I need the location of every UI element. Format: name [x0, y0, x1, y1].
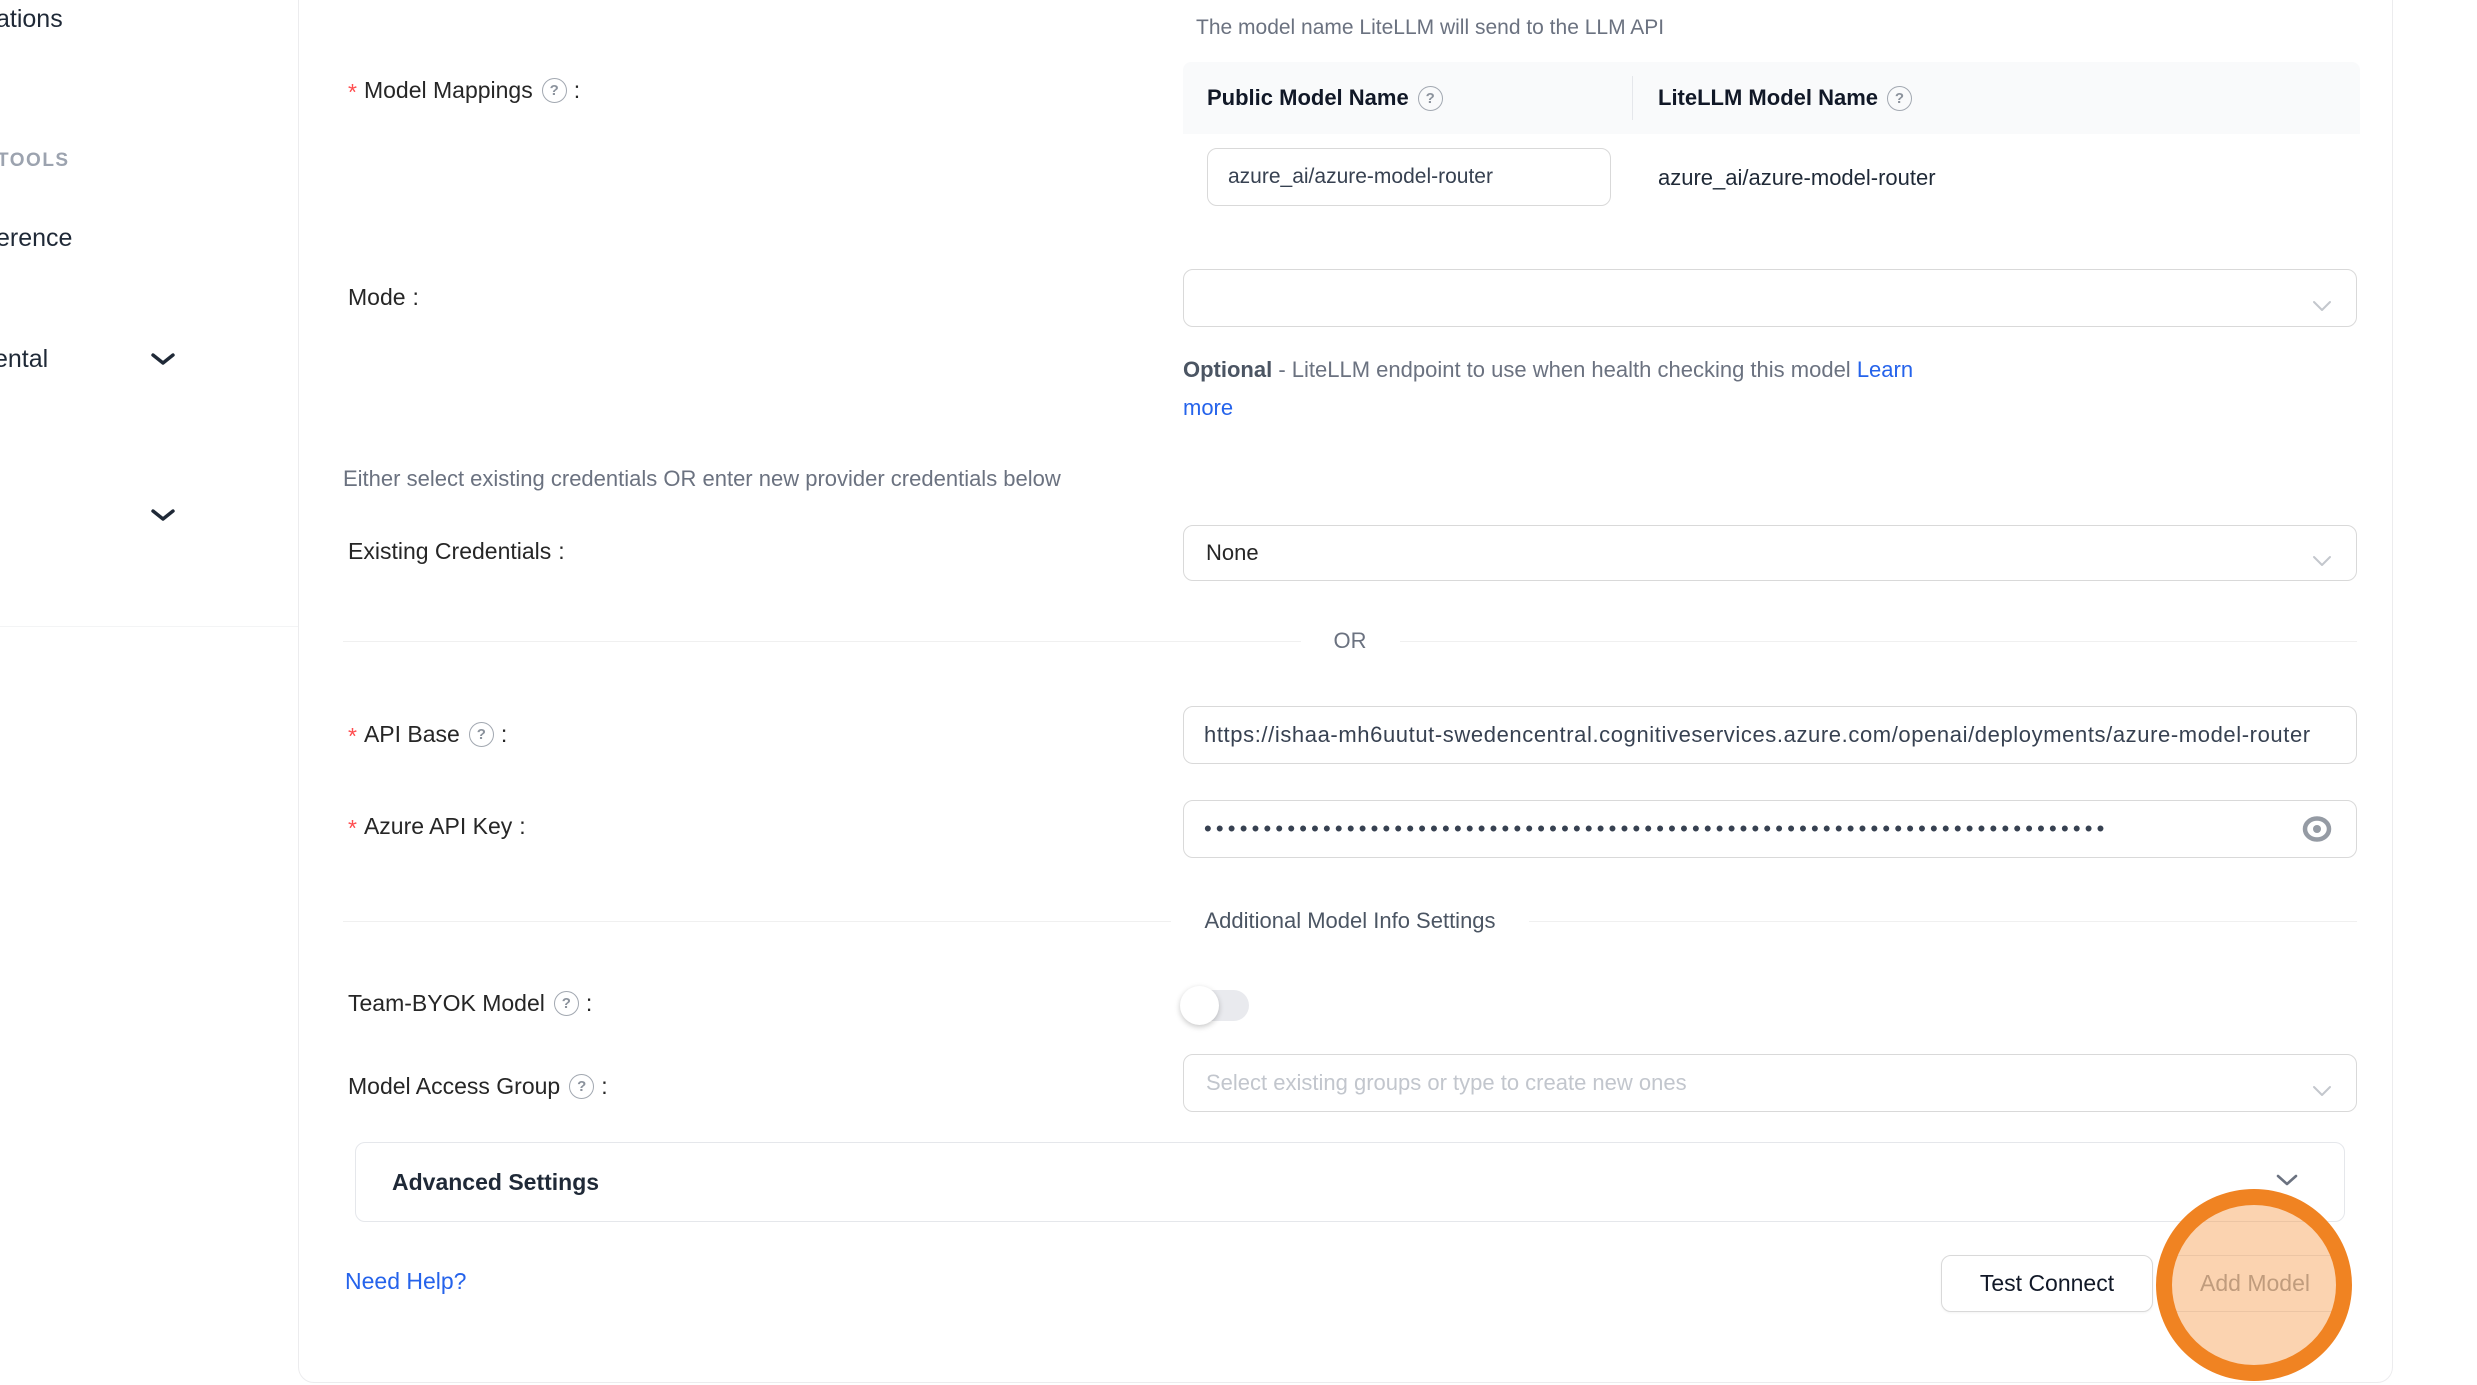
public-model-name-input[interactable]: azure_ai/azure-model-router — [1207, 148, 1611, 206]
public-model-name-header-text: Public Model Name — [1207, 85, 1409, 111]
api-base-label-row: * API Base ? : — [348, 721, 507, 748]
existing-credentials-select[interactable]: None — [1183, 525, 2357, 581]
help-icon[interactable]: ? — [542, 78, 567, 103]
model-access-group-label: Model Access Group — [348, 1073, 560, 1100]
or-divider-text: OR — [1334, 628, 1367, 654]
model-mappings-table-header: Public Model Name ? LiteLLM Model Name ? — [1183, 62, 2360, 134]
help-icon[interactable]: ? — [569, 1074, 594, 1099]
litellm-model-name-header: LiteLLM Model Name ? — [1658, 62, 1912, 134]
credentials-note: Either select existing credentials OR en… — [343, 466, 1061, 492]
chevron-down-icon — [2312, 547, 2332, 559]
advanced-settings-title: Advanced Settings — [392, 1169, 2275, 1196]
advanced-settings-panel[interactable]: Advanced Settings — [355, 1142, 2345, 1222]
team-byok-toggle[interactable] — [1183, 990, 1249, 1021]
required-asterisk: * — [348, 815, 357, 842]
required-asterisk: * — [348, 79, 357, 106]
label-colon: : — [413, 284, 419, 311]
model-access-group-label-row: Model Access Group ? : — [348, 1073, 608, 1100]
model-mappings-label-row: * Model Mappings ? : — [348, 77, 580, 104]
model-name-help-text: The model name LiteLLM will send to the … — [1196, 16, 1664, 40]
eye-icon[interactable] — [2300, 816, 2334, 842]
api-base-input[interactable]: https://ishaa-mh6uutut-swedencentral.cog… — [1183, 706, 2357, 764]
model-mappings-label: Model Mappings — [364, 77, 533, 104]
model-access-group-select[interactable]: Select existing groups or type to create… — [1183, 1054, 2357, 1112]
api-base-value: https://ishaa-mh6uutut-swedencentral.cog… — [1204, 722, 2311, 748]
existing-credentials-label: Existing Credentials — [348, 538, 551, 565]
additional-info-divider: Additional Model Info Settings — [343, 908, 2357, 934]
existing-credentials-label-row: Existing Credentials : — [348, 538, 565, 565]
label-colon: : — [501, 721, 507, 748]
label-colon: : — [558, 538, 564, 565]
existing-credentials-value: None — [1206, 540, 1259, 566]
additional-info-divider-text: Additional Model Info Settings — [1204, 908, 1495, 934]
label-colon: : — [519, 813, 525, 840]
or-divider: OR — [343, 628, 2357, 654]
chevron-down-icon[interactable] — [150, 507, 176, 523]
divider-line — [343, 641, 1301, 642]
learn-more-link-text[interactable]: more — [1183, 395, 1233, 420]
model-access-group-placeholder: Select existing groups or type to create… — [1206, 1070, 1687, 1096]
help-icon[interactable]: ? — [1418, 86, 1443, 111]
chevron-down-icon — [2312, 292, 2332, 304]
toggle-knob — [1180, 986, 1219, 1025]
mode-label: Mode — [348, 284, 406, 311]
mode-help-bold: Optional — [1183, 357, 1272, 382]
azure-api-key-label: Azure API Key — [364, 813, 512, 840]
divider-line — [1400, 641, 2358, 642]
learn-more-link[interactable]: Learn — [1857, 357, 1913, 382]
label-colon: : — [601, 1073, 607, 1100]
divider-line — [343, 921, 1171, 922]
public-model-name-header: Public Model Name ? — [1207, 62, 1443, 134]
sidebar-item-6[interactable]: s — [0, 500, 1, 529]
sidebar-item-reference[interactable]: erence — [0, 224, 72, 253]
chevron-down-icon — [2312, 1077, 2332, 1089]
sidebar-divider — [0, 626, 298, 627]
chevron-down-icon[interactable] — [150, 351, 176, 367]
sidebar-item-experimental[interactable]: ental — [0, 345, 48, 374]
need-help-link[interactable]: Need Help? — [345, 1268, 466, 1295]
litellm-model-name-header-text: LiteLLM Model Name — [1658, 85, 1878, 111]
test-connect-button-label: Test Connect — [1980, 1270, 2114, 1297]
sidebar-item-organizations[interactable]: ations — [0, 5, 63, 34]
mode-help-rest: - LiteLLM endpoint to use when health ch… — [1272, 357, 1857, 382]
help-icon[interactable]: ? — [1887, 86, 1912, 111]
litellm-model-name-value: azure_ai/azure-model-router — [1658, 150, 1936, 206]
sidebar-item-2[interactable]: s — [0, 69, 1, 98]
table-column-divider — [1632, 76, 1633, 120]
chevron-down-icon — [2275, 1173, 2299, 1192]
team-byok-label-row: Team-BYOK Model ? : — [348, 990, 592, 1017]
mode-select[interactable] — [1183, 269, 2357, 327]
mode-label-row: Mode : — [348, 284, 419, 311]
help-icon[interactable]: ? — [554, 991, 579, 1016]
mode-help-text: Optional - LiteLLM endpoint to use when … — [1183, 351, 1913, 389]
divider-line — [1529, 921, 2357, 922]
learn-more-link-line2[interactable]: more — [1183, 389, 1233, 427]
model-mappings-table: Public Model Name ? LiteLLM Model Name ? — [1183, 62, 2360, 134]
click-annotation-circle — [2156, 1189, 2352, 1381]
azure-api-key-input[interactable]: ••••••••••••••••••••••••••••••••••••••••… — [1183, 800, 2357, 858]
api-base-label: API Base — [364, 721, 460, 748]
team-byok-label: Team-BYOK Model — [348, 990, 545, 1017]
azure-api-key-masked-value: ••••••••••••••••••••••••••••••••••••••••… — [1204, 816, 2104, 842]
label-colon: : — [574, 77, 580, 104]
test-connect-button[interactable]: Test Connect — [1941, 1255, 2153, 1312]
sidebar-section-tools: TOOLS — [0, 150, 70, 172]
azure-api-key-label-row: * Azure API Key : — [348, 813, 526, 840]
required-asterisk: * — [348, 723, 357, 750]
help-icon[interactable]: ? — [469, 722, 494, 747]
label-colon: : — [586, 990, 592, 1017]
